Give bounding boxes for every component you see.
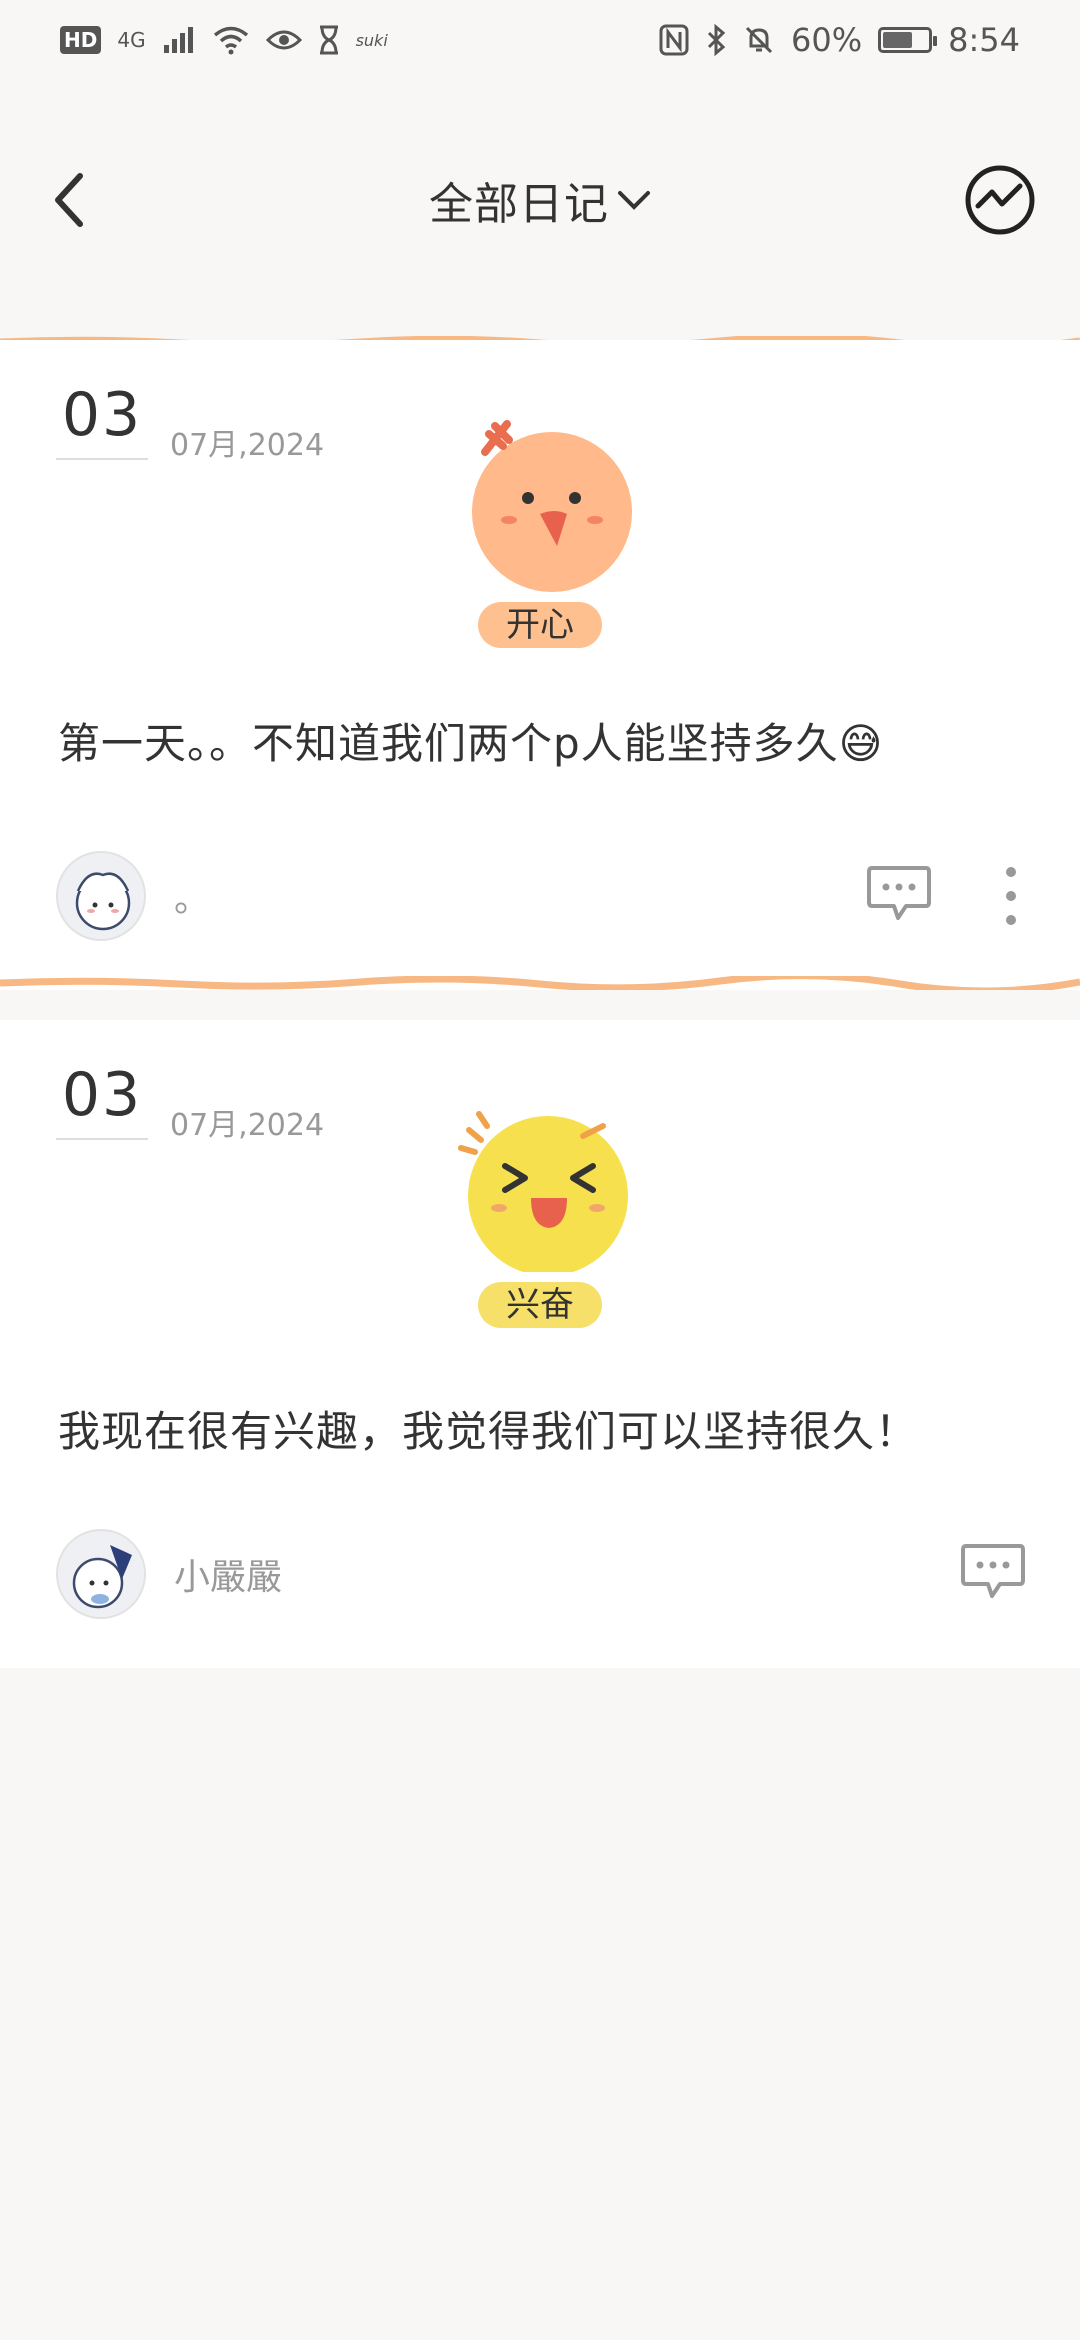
clock: 8:54 — [948, 21, 1020, 59]
status-bar: HD 4G suki 60% 8:54 — [0, 0, 1080, 80]
mood-label: 兴奋 — [478, 1282, 602, 1328]
comment-icon — [867, 866, 931, 920]
app-header: 全部日记 — [0, 140, 1080, 260]
bluetooth-icon — [707, 24, 726, 56]
mood-label: 开心 — [478, 602, 602, 648]
entry-divider-bottom — [0, 976, 1080, 990]
back-button[interactable] — [40, 170, 100, 230]
stats-button[interactable] — [964, 164, 1036, 236]
avatar[interactable] — [56, 1529, 146, 1619]
excited-face-icon — [458, 1111, 628, 1272]
entry-date-day: 03 — [56, 380, 148, 460]
avatar[interactable] — [56, 851, 146, 941]
hourglass-icon — [319, 25, 338, 55]
mood-indicator: 兴奋 — [440, 1096, 640, 1328]
page-title: 全部日记 — [429, 179, 609, 230]
eye-icon — [265, 30, 302, 50]
author-row: 小嚴嚴 — [56, 1528, 1026, 1620]
nfc-icon — [659, 24, 689, 56]
hd-icon: HD — [60, 26, 102, 54]
entry-date-month: 07月,2024 — [170, 428, 325, 463]
status-left: HD 4G suki — [60, 25, 388, 55]
status-right: 60% 8:54 — [659, 21, 1020, 59]
entry-text: 我现在很有兴趣，我觉得我们可以坚持很久！ — [58, 1407, 919, 1456]
author-name: 小嚴嚴 — [174, 1557, 283, 1598]
more-options-button[interactable] — [996, 864, 1026, 928]
wifi-icon — [213, 26, 248, 55]
entry-date-month: 07月,2024 — [170, 1108, 325, 1143]
entry-text: 第一天。。不知道我们两个p人能坚持多久😅 — [58, 719, 884, 768]
trend-chart-icon — [965, 165, 1035, 235]
mood-indicator: 开心 — [440, 412, 640, 648]
bell-muted-icon — [745, 26, 773, 54]
author-row: 。 — [56, 850, 1026, 942]
chevron-down-icon — [618, 191, 650, 210]
avatar-illustration — [58, 1531, 144, 1617]
carrier-tag: suki — [355, 30, 388, 50]
battery-icon — [878, 27, 938, 53]
more-vertical-icon — [1006, 867, 1016, 925]
author-name: 。 — [174, 879, 211, 920]
entry-date-day: 03 — [56, 1060, 148, 1140]
battery-percent: 60% — [791, 21, 863, 59]
chevron-left-icon — [55, 173, 83, 227]
diary-filter-dropdown[interactable]: 全部日记 — [429, 168, 651, 232]
comment-icon — [961, 1544, 1025, 1598]
diary-entry-card[interactable]: 03 07月,2024 开心 第一天。。不知道我们两个p人能坚持多久😅 。 — [0, 340, 1080, 990]
diary-entry-card[interactable]: 03 07月,2024 兴奋 我现在很有兴趣，我觉得我们可以坚持很久！ 小嚴嚴 — [0, 1020, 1080, 1668]
comment-button[interactable] — [960, 1542, 1026, 1602]
happy-face-icon — [472, 420, 632, 592]
network-label: 4G — [117, 28, 146, 52]
avatar-illustration — [58, 853, 144, 939]
comment-button[interactable] — [866, 864, 932, 924]
signal-icon — [163, 27, 193, 53]
